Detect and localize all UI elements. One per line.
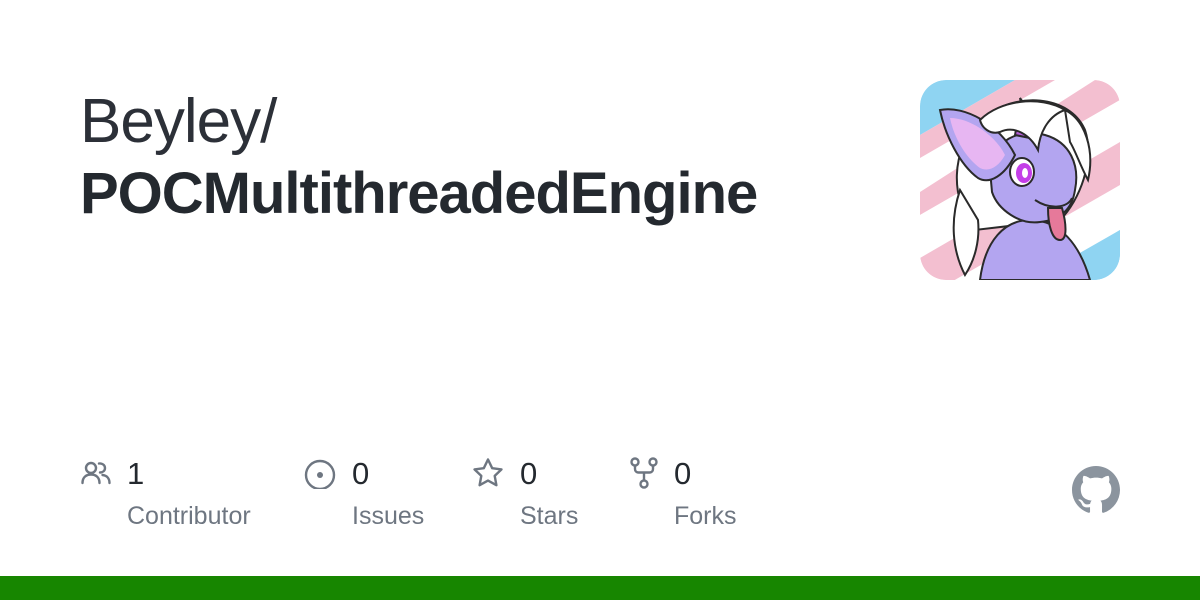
language-bar [0,576,1200,600]
issues-count: 0 [352,456,370,491]
repo-owner[interactable]: Beyley/ [80,86,880,158]
contributors-count: 1 [127,456,145,491]
repo-forked-icon [630,457,658,489]
repo-name[interactable]: POCMultithreadedEngine [80,158,880,230]
owner-avatar[interactable] [920,80,1120,280]
stars-label: Stars [520,502,579,530]
issues-label: Issues [352,502,425,530]
repo-title: Beyley/ POCMultithreadedEngine [80,86,880,230]
forks-count: 0 [674,456,692,491]
forks-label: Forks [674,502,737,530]
star-icon [473,458,503,487]
contributors-label: Contributor [127,502,251,530]
repo-stats: 1 Contributor 0 Issues 0 Stars 0 Forks [80,455,800,545]
issue-opened-icon [304,459,336,489]
github-mark-icon[interactable] [1072,466,1120,514]
people-icon [81,461,111,485]
fluffy-dragon-avatar-icon [920,80,1120,280]
stars-count: 0 [520,456,538,491]
